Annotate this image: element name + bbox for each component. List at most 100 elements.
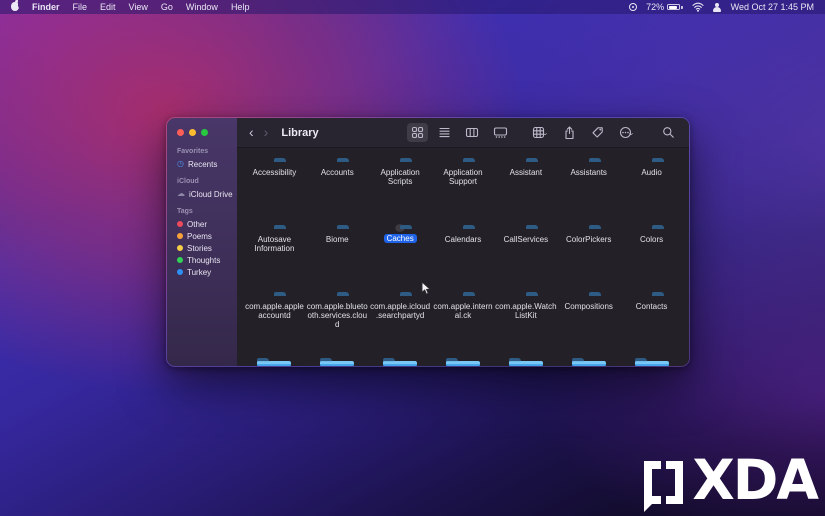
icloud-cloud-icon: ☁ bbox=[177, 190, 185, 198]
folder-item[interactable]: com.apple.icloud.searchpartyd bbox=[369, 288, 432, 355]
folder-item[interactable]: Calendars bbox=[432, 221, 495, 288]
menu-file[interactable]: File bbox=[73, 2, 88, 12]
window-title: Library bbox=[281, 127, 318, 139]
folder-item[interactable] bbox=[432, 355, 495, 366]
search-button[interactable] bbox=[658, 123, 679, 142]
icon-view-button[interactable] bbox=[407, 123, 428, 142]
folder-item[interactable]: Assistants bbox=[557, 154, 620, 221]
menu-window[interactable]: Window bbox=[186, 2, 218, 12]
folder-item[interactable]: Audio bbox=[620, 154, 683, 221]
folder-item[interactable]: Application Scripts bbox=[369, 154, 432, 221]
more-options-button[interactable]: ⌄ bbox=[615, 123, 638, 142]
sidebar-item-label: Poems bbox=[187, 232, 212, 241]
folder-label: com.apple.WatchListKit bbox=[495, 302, 557, 320]
folder-label: Accessibility bbox=[253, 168, 297, 177]
sidebar-tag-other[interactable]: Other bbox=[175, 218, 237, 230]
folder-label: ColorPickers bbox=[566, 235, 611, 244]
xda-brackets-icon bbox=[644, 461, 683, 504]
menu-bar: Finder File Edit View Go Window Help 72%… bbox=[0, 0, 825, 14]
folder-item[interactable]: ColorPickers bbox=[557, 221, 620, 288]
desktop-wallpaper: Finder File Edit View Go Window Help 72%… bbox=[0, 0, 825, 516]
folder-label: CallServices bbox=[504, 235, 548, 244]
folder-item[interactable]: Accessibility bbox=[243, 154, 306, 221]
tag-color-dot bbox=[177, 233, 183, 239]
battery-percent-label: 72% bbox=[646, 2, 664, 12]
minimize-button[interactable] bbox=[189, 129, 196, 136]
folder-label: Contacts bbox=[636, 302, 668, 311]
sidebar-item-icloud-drive[interactable]: ☁ iCloud Drive bbox=[175, 188, 237, 200]
folder-label: Assistant bbox=[510, 168, 542, 177]
record-circle-icon[interactable] bbox=[629, 3, 637, 11]
folder-item[interactable]: Contacts bbox=[620, 288, 683, 355]
folder-item[interactable]: Accounts bbox=[306, 154, 369, 221]
sidebar-tag-thoughts[interactable]: Thoughts bbox=[175, 254, 237, 266]
forward-chevron-icon[interactable]: › bbox=[262, 125, 271, 139]
user-switch-icon[interactable] bbox=[713, 3, 722, 12]
folder-item[interactable] bbox=[494, 355, 557, 366]
sidebar-item-label: Thoughts bbox=[187, 256, 220, 265]
battery-status[interactable]: 72% bbox=[646, 2, 683, 12]
folder-item-selected[interactable]: Caches bbox=[369, 221, 432, 288]
finder-sidebar: Favorites ◷ Recents iCloud ☁ iCloud Driv… bbox=[167, 118, 237, 366]
wifi-icon[interactable] bbox=[692, 2, 704, 12]
menu-view[interactable]: View bbox=[129, 2, 148, 12]
menu-edit[interactable]: Edit bbox=[100, 2, 116, 12]
folder-item[interactable] bbox=[557, 355, 620, 366]
battery-icon bbox=[667, 4, 680, 10]
sidebar-tag-turkey[interactable]: Turkey bbox=[175, 266, 237, 278]
sidebar-item-label: Recents bbox=[188, 160, 217, 169]
folder-label: Application Scripts bbox=[369, 168, 431, 186]
sidebar-tag-poems[interactable]: Poems bbox=[175, 230, 237, 242]
folder-icon bbox=[509, 361, 543, 366]
tags-button[interactable] bbox=[587, 123, 608, 142]
folder-item[interactable]: com.apple.WatchListKit bbox=[494, 288, 557, 355]
gallery-view-button[interactable] bbox=[489, 123, 512, 142]
column-view-button[interactable] bbox=[461, 123, 483, 142]
watermark-text: XDA bbox=[692, 457, 817, 504]
folder-item[interactable]: Biome bbox=[306, 221, 369, 288]
tag-color-dot bbox=[177, 257, 183, 263]
recents-clock-icon: ◷ bbox=[177, 160, 184, 168]
apple-menu-icon[interactable] bbox=[11, 2, 19, 11]
folder-label: Audio bbox=[641, 168, 661, 177]
menu-go[interactable]: Go bbox=[161, 2, 173, 12]
battery-nub bbox=[681, 6, 683, 9]
folder-item[interactable]: com.apple.internal.ck bbox=[432, 288, 495, 355]
folder-item[interactable] bbox=[369, 355, 432, 366]
folder-item[interactable]: Autosave Information bbox=[243, 221, 306, 288]
menu-bar-clock[interactable]: Wed Oct 27 1:45 PM bbox=[731, 2, 814, 12]
sidebar-item-recents[interactable]: ◷ Recents bbox=[175, 158, 237, 170]
folder-item[interactable]: com.apple.bluetooth.services.cloud bbox=[306, 288, 369, 355]
sidebar-section-icloud: iCloud bbox=[177, 178, 237, 185]
sidebar-tag-stories[interactable]: Stories bbox=[175, 242, 237, 254]
folder-item[interactable] bbox=[620, 355, 683, 366]
share-icon bbox=[563, 126, 576, 140]
menu-finder[interactable]: Finder bbox=[32, 2, 60, 12]
back-chevron-icon[interactable]: ‹ bbox=[247, 125, 256, 139]
list-view-button[interactable] bbox=[434, 123, 455, 142]
folder-item[interactable]: Assistant bbox=[494, 154, 557, 221]
folder-item[interactable]: Colors bbox=[620, 221, 683, 288]
window-controls bbox=[177, 129, 237, 136]
folder-item[interactable]: com.apple.appleaccountd bbox=[243, 288, 306, 355]
icon-view-icon bbox=[411, 126, 424, 139]
group-options-button[interactable]: ⌄ bbox=[528, 123, 552, 142]
folder-label: Colors bbox=[640, 235, 663, 244]
folder-item[interactable]: Compositions bbox=[557, 288, 620, 355]
folder-item[interactable] bbox=[306, 355, 369, 366]
folder-item[interactable]: Application Support bbox=[432, 154, 495, 221]
folder-label: com.apple.internal.ck bbox=[432, 302, 494, 320]
zoom-button[interactable] bbox=[201, 129, 208, 136]
folder-item[interactable]: CallServices bbox=[494, 221, 557, 288]
folder-label: Calendars bbox=[445, 235, 481, 244]
folder-item[interactable] bbox=[243, 355, 306, 366]
menu-help[interactable]: Help bbox=[231, 2, 250, 12]
folder-label: Accounts bbox=[321, 168, 354, 177]
folder-icon bbox=[257, 361, 291, 366]
share-button[interactable] bbox=[559, 123, 580, 143]
close-button[interactable] bbox=[177, 129, 184, 136]
folder-icon bbox=[446, 361, 480, 366]
folder-label: Assistants bbox=[570, 168, 606, 177]
sidebar-section-favorites: Favorites bbox=[177, 148, 237, 155]
sidebar-item-label: Stories bbox=[187, 244, 212, 253]
